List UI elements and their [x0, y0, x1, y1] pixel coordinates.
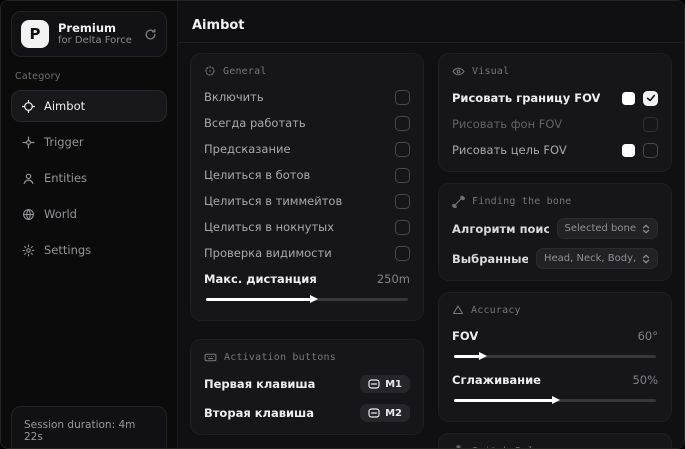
- keyboard-icon: [204, 351, 217, 364]
- visual-card: Visual Рисовать границу FOV Рисовать фон…: [438, 53, 672, 172]
- brand-subtitle: for Delta Force: [58, 34, 132, 46]
- sidebar-item-world[interactable]: World: [11, 198, 167, 230]
- smoothing-slider[interactable]: [454, 394, 656, 406]
- keybind-row-primary: Первая клавиша M1: [204, 374, 410, 394]
- slider-fill: [454, 354, 481, 358]
- activation-card: Activation buttons Первая клавиша M1 Вто…: [190, 339, 424, 435]
- max-distance-value: 250m: [376, 272, 410, 286]
- keybind-row-secondary: Вторая клавиша M2: [204, 403, 410, 423]
- brand-card: P Premium for Delta Force: [11, 11, 167, 57]
- accuracy-card: Accuracy FOV 60° Сглаживание 50%: [438, 292, 672, 422]
- mouse-icon: [368, 408, 380, 418]
- checkbox[interactable]: [395, 193, 410, 209]
- sidebar-item-label: Settings: [44, 243, 92, 257]
- unfold-icon: [642, 254, 650, 264]
- checkbox[interactable]: [643, 116, 658, 132]
- bone-icon: [452, 195, 465, 208]
- sidebar-item-settings[interactable]: Settings: [11, 234, 167, 266]
- smoothing-label: Сглаживание: [452, 373, 541, 387]
- sidebar-item-trigger[interactable]: Trigger: [11, 126, 167, 158]
- smoothing-value: 50%: [632, 373, 658, 387]
- toggle-row-bots: Целиться в ботов: [204, 165, 410, 185]
- page-title: Aimbot: [192, 18, 245, 33]
- sidebar-item-label: Trigger: [44, 135, 84, 149]
- session-duration: Session duration: 4m 22s: [24, 419, 136, 443]
- checkbox[interactable]: [395, 89, 410, 105]
- toggle-row-visibility: Проверка видимости: [204, 243, 410, 263]
- toggle-row-teammates: Целиться в тиммейтов: [204, 191, 410, 211]
- sidebar: P Premium for Delta Force Category Aimbo…: [1, 1, 178, 448]
- visual-row-fov-background: Рисовать фон FOV: [452, 114, 658, 134]
- slider-fill: [454, 398, 553, 402]
- switch-delay-card: Switch Delay Задержка переключения Задер…: [438, 433, 672, 448]
- keybind-button-primary[interactable]: M1: [360, 375, 410, 393]
- stopwatch-icon: [452, 445, 465, 448]
- section-title: Activation buttons: [224, 352, 336, 363]
- toggle-row-always: Всегда работать: [204, 113, 410, 133]
- sidebar-item-label: World: [44, 207, 77, 221]
- fov-value: 60°: [637, 329, 658, 343]
- eye-icon: [452, 65, 465, 78]
- fov-label: FOV: [452, 329, 479, 343]
- sidebar-item-label: Entities: [44, 171, 88, 185]
- app-window: P Premium for Delta Force Category Aimbo…: [0, 0, 685, 449]
- general-card: General Включить Всегда работать Предска…: [190, 53, 424, 321]
- max-distance-label: Макс. дистанция: [204, 272, 317, 286]
- checkbox[interactable]: [395, 115, 410, 131]
- crosshair-icon: [22, 99, 35, 113]
- main-content: Aimbot General Включить Всегда работать …: [178, 1, 684, 448]
- session-card: Session duration: 4m 22s: [11, 406, 167, 448]
- refresh-icon[interactable]: [144, 28, 157, 41]
- unfold-icon: [642, 224, 650, 234]
- bone-card: Finding the bone Алгоритм поиска костей …: [438, 183, 672, 281]
- toggle-row-enable: Включить: [204, 87, 410, 107]
- toggle-row-knocked: Целиться в нокнутых: [204, 217, 410, 237]
- checkbox[interactable]: [395, 219, 410, 235]
- sidebar-item-entities[interactable]: Entities: [11, 162, 167, 194]
- fov-slider[interactable]: [454, 350, 656, 362]
- sidebar-item-aimbot[interactable]: Aimbot: [11, 90, 167, 122]
- selected-bones-row: Выбранные кости Head, Neck, Body, Pe..: [452, 248, 658, 269]
- visual-row-fov-target: Рисовать цель FOV: [452, 140, 658, 160]
- keybind-button-secondary[interactable]: M2: [360, 404, 410, 422]
- checkbox[interactable]: [643, 142, 658, 158]
- section-title: Accuracy: [471, 304, 521, 316]
- toggle-row-prediction: Предсказание: [204, 139, 410, 159]
- keybind-value: M1: [385, 378, 402, 390]
- category-label: Category: [15, 71, 61, 82]
- checkbox[interactable]: [395, 245, 410, 261]
- scan-icon: [204, 65, 216, 77]
- brand-title: Premium: [58, 20, 116, 35]
- checkbox[interactable]: [643, 90, 658, 106]
- checkbox[interactable]: [395, 167, 410, 183]
- brand-logo: P: [21, 20, 49, 48]
- triangle-icon: [452, 304, 464, 316]
- trigger-icon: [22, 135, 35, 149]
- bone-algorithm-select[interactable]: Selected bone: [556, 218, 658, 239]
- max-distance-slider[interactable]: [206, 293, 408, 305]
- section-title: Visual: [472, 66, 510, 77]
- entities-icon: [22, 172, 35, 185]
- slider-fill: [206, 297, 312, 301]
- section-title: Finding the bone: [472, 196, 572, 207]
- color-swatch[interactable]: [622, 143, 635, 157]
- selected-bones-select[interactable]: Head, Neck, Body, Pe..: [536, 248, 658, 269]
- bone-algorithm-row: Алгоритм поиска костей Selected bone: [452, 218, 658, 239]
- mouse-icon: [368, 379, 380, 389]
- color-swatch[interactable]: [622, 91, 635, 105]
- gear-icon: [22, 244, 35, 257]
- checkbox[interactable]: [395, 141, 410, 157]
- sidebar-item-label: Aimbot: [44, 99, 86, 113]
- globe-icon: [22, 208, 35, 221]
- section-title: General: [223, 65, 267, 77]
- keybind-value: M2: [385, 407, 402, 419]
- page-header: Aimbot: [178, 1, 684, 43]
- visual-row-fov-border: Рисовать границу FOV: [452, 88, 658, 108]
